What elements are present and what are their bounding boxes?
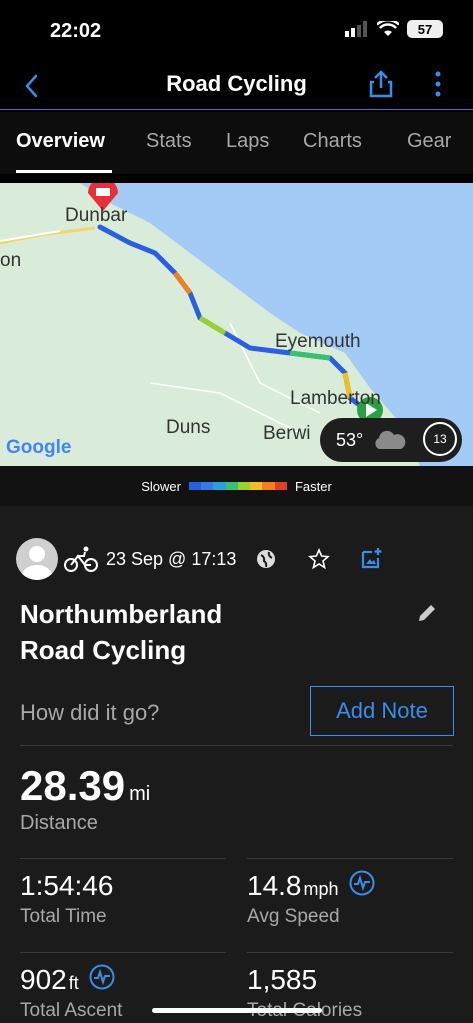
- map-label-dunbar: Dunbar: [65, 205, 128, 226]
- add-note-button[interactable]: Add Note: [310, 686, 454, 736]
- chart-pulse-icon[interactable]: [89, 964, 115, 990]
- globe-privacy-icon[interactable]: [256, 549, 276, 569]
- divider: [20, 858, 226, 859]
- total-calories-stat: 1,585 Total Calories: [247, 964, 362, 1022]
- activity-date: 23 Sep @ 17:13: [106, 548, 237, 569]
- home-indicator[interactable]: [152, 1008, 322, 1013]
- distance-stat: 28.39 mi: [20, 762, 150, 810]
- active-tab-indicator: [16, 170, 112, 173]
- weather-temperature: 53°: [336, 429, 364, 450]
- battery-icon: 57: [407, 20, 443, 38]
- wifi-icon: [377, 21, 399, 36]
- page-title: Road Cycling: [166, 71, 307, 96]
- star-favorite-icon[interactable]: [308, 548, 330, 570]
- nav-bar: Road Cycling: [0, 62, 473, 110]
- cloud-icon: [375, 430, 406, 449]
- total-ascent-unit: ft: [68, 973, 79, 993]
- activity-meta: 23 Sep @ 17:13: [16, 538, 456, 580]
- avg-speed-label: Avg Speed: [247, 906, 340, 927]
- legend-faster: Faster: [294, 478, 332, 494]
- signal-icon: [345, 21, 367, 37]
- tab-gear[interactable]: Gear: [407, 130, 451, 153]
- legend-slower: Slower: [141, 478, 181, 494]
- status-time: 22:02: [50, 20, 102, 42]
- map-label-eyemouth: Eyemouth: [275, 331, 361, 352]
- wind-indicator: 13: [423, 422, 457, 456]
- bicycle-icon: [64, 546, 98, 572]
- total-ascent-label: Total Ascent: [20, 1000, 123, 1021]
- map-label-lamberton: Lamberton: [290, 388, 381, 409]
- edit-pencil-icon[interactable]: [416, 602, 438, 624]
- tab-charts[interactable]: Charts: [303, 130, 362, 153]
- more-options-icon[interactable]: [430, 68, 446, 100]
- map-label-on: on: [0, 250, 21, 271]
- tab-bar: Overview Stats Laps Charts Gear: [0, 112, 473, 174]
- activity-overview: 23 Sep @ 17:13 Northumberland Road Cycli…: [0, 506, 473, 1023]
- divider: [247, 952, 453, 953]
- status-bar: 22:02 57: [0, 0, 473, 62]
- total-ascent-value: 902: [20, 964, 67, 995]
- tab-overview[interactable]: Overview: [16, 130, 105, 153]
- tab-stats[interactable]: Stats: [146, 130, 192, 153]
- tab-laps[interactable]: Laps: [226, 130, 269, 153]
- total-ascent-stat: 902 ft Total Ascent: [20, 964, 122, 1022]
- avg-speed-stat: 14.8 mph Avg Speed: [247, 870, 375, 928]
- share-icon[interactable]: [368, 68, 394, 100]
- divider: [247, 858, 453, 859]
- map-label-berwick: Berwi: [263, 423, 311, 444]
- map-label-duns: Duns: [166, 417, 210, 438]
- chart-pulse-icon[interactable]: [349, 870, 375, 896]
- how-did-it-go-prompt: How did it go?: [20, 700, 160, 725]
- speed-legend: Slower Faster: [0, 466, 473, 506]
- avatar[interactable]: [16, 538, 58, 580]
- divider: [20, 745, 453, 746]
- total-time-value: 1:54:46: [20, 870, 114, 901]
- total-calories-value: 1,585: [247, 964, 318, 995]
- avg-speed-value: 14.8: [247, 870, 302, 901]
- google-logo: Google: [6, 437, 71, 458]
- divider: [20, 952, 226, 953]
- avg-speed-unit: mph: [303, 879, 339, 899]
- weather-badge[interactable]: 53° 13: [320, 418, 462, 462]
- speed-color-scale: [188, 482, 287, 490]
- distance-unit: mi: [129, 783, 151, 805]
- add-photo-icon[interactable]: [360, 546, 384, 570]
- activity-title: Northumberland Road Cycling: [20, 599, 223, 665]
- total-time-stat: 1:54:46 Total Time: [20, 870, 113, 928]
- distance-value: 28.39: [20, 762, 126, 809]
- total-time-label: Total Time: [20, 906, 107, 927]
- distance-label: Distance: [20, 812, 98, 834]
